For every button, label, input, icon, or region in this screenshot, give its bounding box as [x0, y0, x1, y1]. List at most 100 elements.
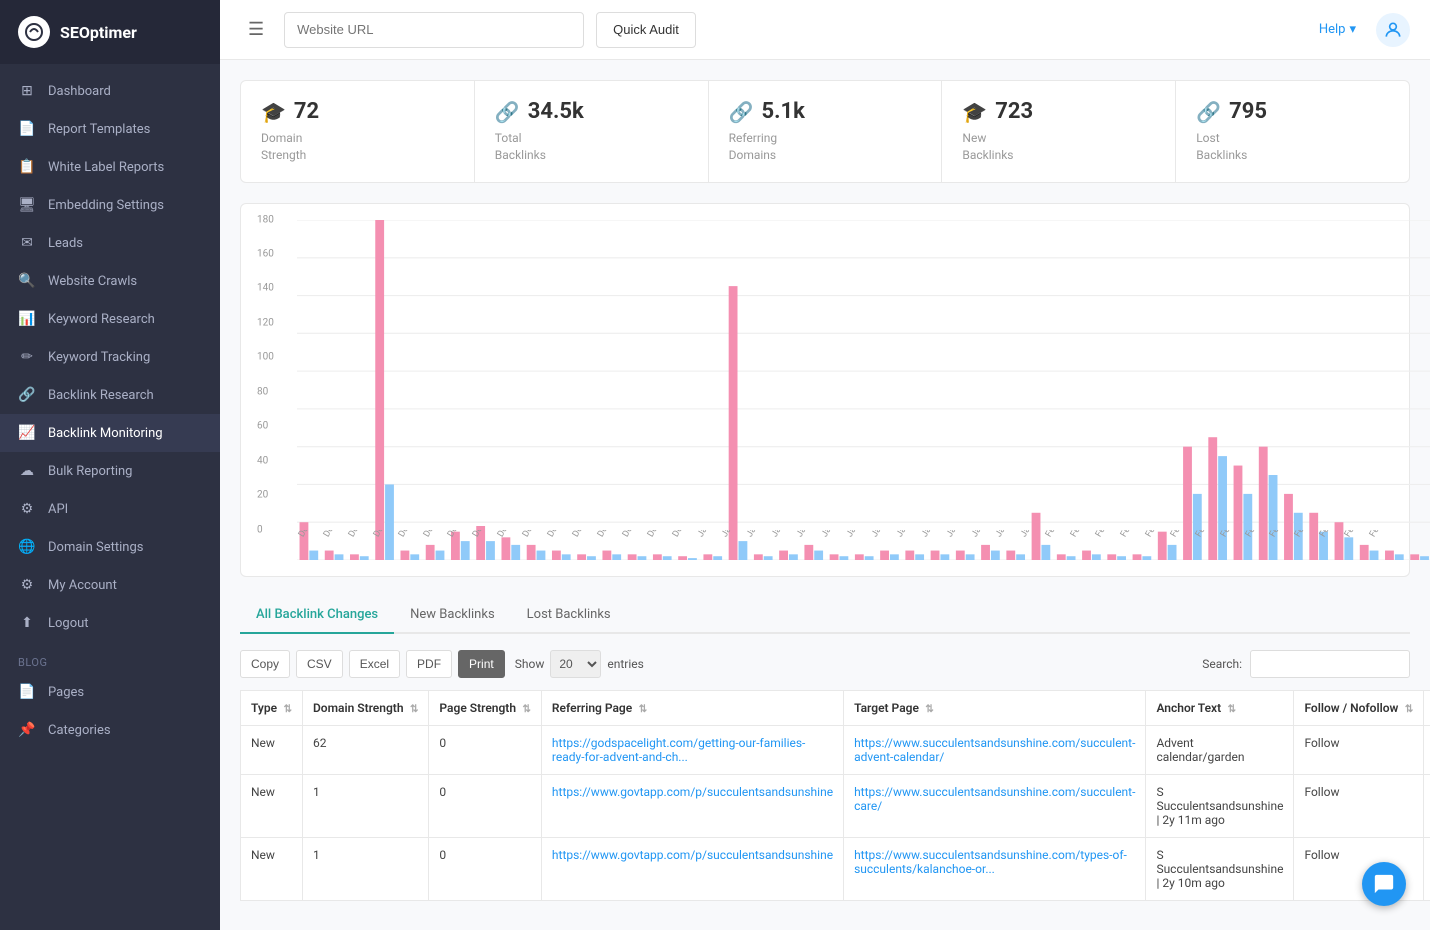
- x-label-31: Feb 3: [1069, 530, 1089, 539]
- menu-toggle-button[interactable]: ☰: [240, 15, 272, 44]
- x-label-16: Jan 2: [696, 530, 716, 539]
- y-label-60: 60: [257, 421, 268, 432]
- sidebar-item-bulk-reporting[interactable]: ☁Bulk Reporting: [0, 452, 220, 490]
- sidebar-icon-leads: ✉: [18, 234, 36, 252]
- link-4[interactable]: https://www.succulentsandsunshine.com/su…: [854, 785, 1135, 813]
- cell-r1-c2: 0: [429, 774, 542, 837]
- cell-r2-c3[interactable]: https://www.govtapp.com/p/succulentsands…: [541, 837, 843, 900]
- stat-icon-4: 🔗: [1196, 100, 1221, 124]
- help-button[interactable]: Help ▾: [1311, 18, 1364, 41]
- sidebar-item-api[interactable]: ⚙API: [0, 490, 220, 528]
- chat-bubble-button[interactable]: [1362, 862, 1406, 906]
- x-label-2: Dec 5: [347, 530, 367, 539]
- y-label-140: 140: [257, 283, 274, 294]
- sidebar-item-website-crawls[interactable]: 🔍Website Crawls: [0, 262, 220, 300]
- stat-value-0: 72: [294, 99, 319, 124]
- tab-new-backlinks[interactable]: New Backlinks: [394, 597, 511, 634]
- sidebar-logo[interactable]: SEOptimer: [0, 0, 220, 64]
- sidebar-icon-keyword-research: 📊: [18, 310, 36, 328]
- stat-card-3: 🎓 723 NewBacklinks: [942, 81, 1176, 182]
- link-4[interactable]: https://www.succulentsandsunshine.com/su…: [854, 736, 1135, 764]
- sidebar-icon-report-templates: 📄: [18, 120, 36, 138]
- csv-button[interactable]: CSV: [296, 650, 343, 678]
- sidebar-item-keyword-research[interactable]: 📊 Keyword Research: [0, 300, 220, 338]
- sidebar-item-backlink-research[interactable]: 🔗Backlink Research: [0, 376, 220, 414]
- x-label-29: Jan 28: [1019, 530, 1041, 539]
- cell-r0-c6: Follow: [1294, 725, 1424, 774]
- sidebar-item-white-label-reports[interactable]: 📋White Label Reports: [0, 148, 220, 186]
- x-label-42: Feb 25: [1343, 530, 1365, 539]
- cell-r1-c3[interactable]: https://www.govtapp.com/p/succulentsands…: [541, 774, 843, 837]
- col-header-follow-/-nofollow[interactable]: Follow / Nofollow ⇅: [1294, 690, 1424, 725]
- link-4[interactable]: https://www.succulentsandsunshine.com/ty…: [854, 848, 1127, 876]
- sidebar-label-keyword-tracking: Keyword Tracking: [48, 350, 150, 365]
- blog-item-pages[interactable]: 📄Pages: [0, 673, 220, 711]
- col-header-type[interactable]: Type ⇅: [241, 690, 303, 725]
- cell-r1-c4[interactable]: https://www.succulentsandsunshine.com/su…: [844, 774, 1146, 837]
- sidebar-item-logout[interactable]: ⬆Logout: [0, 604, 220, 642]
- chart-area: 180 160 140 120 100 80 60 40 20 0 Dec 1D…: [257, 220, 1393, 560]
- sidebar-label-backlink-monitoring: Backlink Monitoring: [48, 426, 163, 441]
- sidebar-item-embedding-settings[interactable]: 🖥Embedding Settings: [0, 186, 220, 224]
- blog-item-categories[interactable]: 📌Categories: [0, 711, 220, 749]
- x-label-10: Dec 21: [546, 530, 569, 539]
- link-3[interactable]: https://godspacelight.com/getting-our-fa…: [552, 736, 805, 764]
- cell-r0-c7: Href: [1424, 725, 1430, 774]
- y-label-120: 120: [257, 317, 274, 328]
- copy-button[interactable]: Copy: [240, 650, 290, 678]
- cell-r0-c4[interactable]: https://www.succulentsandsunshine.com/su…: [844, 725, 1146, 774]
- sidebar-item-dashboard[interactable]: ⊞Dashboard: [0, 72, 220, 110]
- col-header-page-strength[interactable]: Page Strength ⇅: [429, 690, 542, 725]
- blog-icon-categories: 📌: [18, 721, 36, 739]
- col-header-target-page[interactable]: Target Page ⇅: [844, 690, 1146, 725]
- logo-icon: [18, 16, 50, 48]
- col-header-domain-strength[interactable]: Domain Strength ⇅: [302, 690, 428, 725]
- chart-container: 180 160 140 120 100 80 60 40 20 0 Dec 1D…: [240, 203, 1410, 577]
- table-row: New10https://www.govtapp.com/p/succulent…: [241, 774, 1430, 837]
- x-label-33: Feb 7: [1119, 530, 1139, 539]
- help-chevron-icon: ▾: [1349, 22, 1356, 37]
- pdf-button[interactable]: PDF: [406, 650, 452, 678]
- y-label-0: 0: [257, 524, 263, 535]
- sort-icon: ⇅: [1225, 704, 1236, 715]
- sidebar-icon-logout: ⬆: [18, 614, 36, 632]
- x-label-25: Jan 20: [920, 530, 942, 539]
- col-header-referring-page[interactable]: Referring Page ⇅: [541, 690, 843, 725]
- sidebar-label-embedding-settings: Embedding Settings: [48, 198, 164, 213]
- stat-icon-1: 🔗: [495, 100, 520, 124]
- url-input[interactable]: [284, 12, 584, 48]
- stat-icon-0: 🎓: [261, 100, 286, 124]
- print-button[interactable]: Print: [458, 650, 505, 678]
- x-label-15: Dec 31: [671, 530, 694, 539]
- chart-svg: [297, 220, 1430, 560]
- sidebar-item-keyword-tracking[interactable]: ✏Keyword Tracking: [0, 338, 220, 376]
- sidebar-item-backlink-monitoring[interactable]: 📈Backlink Monitoring: [0, 414, 220, 452]
- sort-icon: ⇅: [923, 704, 934, 715]
- stat-card-4: 🔗 795 LostBacklinks: [1176, 81, 1409, 182]
- user-icon-button[interactable]: [1376, 13, 1410, 47]
- x-label-26: Jan 22: [945, 530, 967, 539]
- quick-audit-button[interactable]: Quick Audit: [596, 12, 696, 48]
- x-label-34: Feb 9: [1144, 530, 1164, 539]
- cell-r2-c2: 0: [429, 837, 542, 900]
- sidebar-item-leads[interactable]: ✉ Leads: [0, 224, 220, 262]
- sidebar-label-keyword-research: Keyword Research: [48, 312, 155, 327]
- tab-all-backlink-changes[interactable]: All Backlink Changes: [240, 597, 394, 634]
- sidebar-item-domain-settings[interactable]: 🌐Domain Settings: [0, 528, 220, 566]
- link-3[interactable]: https://www.govtapp.com/p/succulentsands…: [552, 785, 833, 799]
- sidebar-label-leads: Leads: [48, 236, 83, 251]
- x-label-0: Dec 1: [297, 530, 317, 539]
- excel-button[interactable]: Excel: [349, 650, 400, 678]
- tab-lost-backlinks[interactable]: Lost Backlinks: [511, 597, 627, 634]
- link-3[interactable]: https://www.govtapp.com/p/succulentsands…: [552, 848, 833, 862]
- entries-select[interactable]: 102050100: [550, 650, 601, 678]
- y-label-180: 180: [257, 214, 274, 225]
- sidebar-item-report-templates[interactable]: 📄Report Templates: [0, 110, 220, 148]
- cell-r0-c3[interactable]: https://godspacelight.com/getting-our-fa…: [541, 725, 843, 774]
- sidebar-item-my-account[interactable]: ⚙My Account: [0, 566, 220, 604]
- col-header-anchor-text[interactable]: Anchor Text ⇅: [1146, 690, 1294, 725]
- search-input[interactable]: [1250, 650, 1410, 678]
- stat-icon-2: 🔗: [729, 100, 754, 124]
- tabs: All Backlink ChangesNew BacklinksLost Ba…: [240, 597, 1410, 634]
- cell-r2-c4[interactable]: https://www.succulentsandsunshine.com/ty…: [844, 837, 1146, 900]
